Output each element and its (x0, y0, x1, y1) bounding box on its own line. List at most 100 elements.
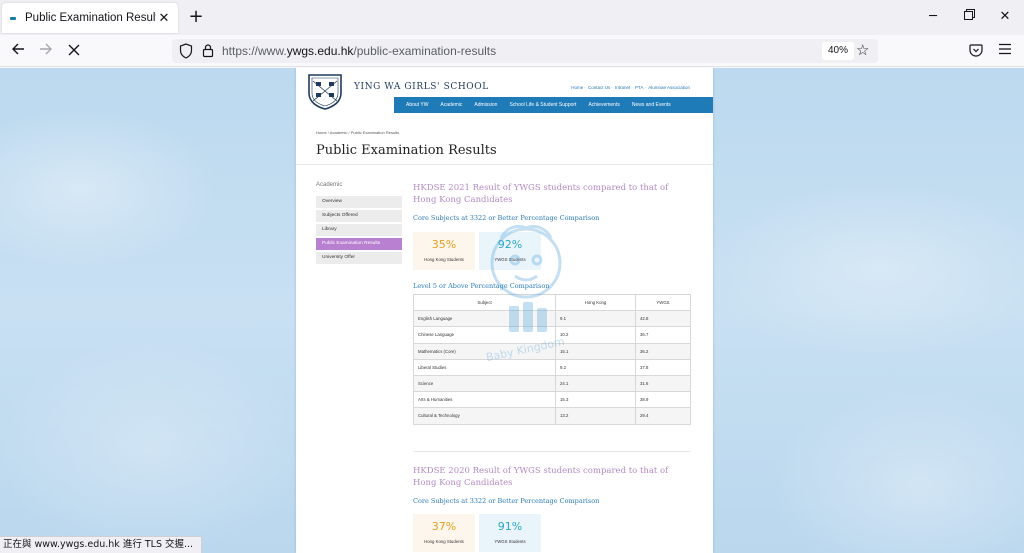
browser-tab-active[interactable]: Public Examination Results | Ying ✕ (2, 3, 178, 33)
top-links: Home· Contact Us· Intranet· PTA· Alumnae… (571, 85, 690, 90)
breadcrumb-current: Public Examination Results (350, 130, 400, 135)
tab-title: Public Examination Results | Ying (25, 12, 156, 24)
stat-value: 35% (431, 238, 457, 251)
sidebar-item-public-examination-results[interactable]: Public Examination Results (316, 238, 402, 250)
column-header-hong-kong: Hong Kong (555, 293, 636, 312)
main-navigation: About YW Academic Admission School Life … (394, 97, 713, 113)
cell-subject: Science (413, 374, 556, 393)
breadcrumb-academic[interactable]: Academic (330, 130, 348, 135)
sidebar-item-library[interactable]: Library (316, 224, 402, 236)
nav-admission[interactable]: Admission (468, 102, 503, 108)
table-row: Mathematics (Core) 15.1 36.2 (413, 342, 691, 360)
cell-hong-kong: 10.2 (555, 326, 636, 344)
breadcrumb: Home / Academic / Public Examination Res… (316, 130, 400, 135)
shield-icon[interactable] (179, 43, 195, 59)
stat-value: 92% (497, 238, 523, 251)
toplink-home[interactable]: Home (571, 85, 583, 90)
star-icon[interactable]: ☆ (856, 41, 869, 59)
cell-hong-kong: 13.2 (555, 407, 636, 425)
stat-card-hk-2021: 35% Hong Kong Students (413, 232, 475, 270)
tab-strip: Public Examination Results | Ying ✕ + ─ … (0, 0, 1024, 35)
nav-news[interactable]: News and Events (626, 102, 677, 108)
minimize-icon[interactable]: ─ (918, 7, 948, 27)
cell-ywgs: 31.6 (635, 374, 691, 393)
cell-ywgs: 29.4 (635, 407, 691, 425)
toplink-alumnae[interactable]: Alumnae Association (648, 85, 690, 90)
cell-ywgs: 36.7 (635, 326, 691, 344)
cell-subject: Liberal Studies (413, 358, 556, 376)
cell-ywgs: 37.8 (635, 358, 691, 376)
url-path: /public-examination-results (353, 44, 497, 58)
core-subjects-title-2021: Core Subjects at 3322 or Better Percenta… (413, 214, 600, 222)
toplink-intranet[interactable]: Intranet (615, 85, 630, 90)
back-arrow-icon[interactable] (7, 40, 29, 62)
url-domain: ywgs.edu.hk (286, 44, 354, 58)
table-row: Chinese Language 10.2 36.7 (413, 326, 691, 344)
breadcrumb-home[interactable]: Home (316, 130, 327, 135)
nav-achievements[interactable]: Achievements (582, 102, 625, 108)
cell-hong-kong: 15.3 (555, 391, 636, 409)
divider (296, 164, 713, 165)
divider (413, 451, 691, 452)
stat-value: 37% (431, 520, 457, 533)
sidebar-item-university-offer[interactable]: University Offer (316, 252, 402, 264)
cell-hong-kong: 15.1 (555, 342, 636, 360)
plus-icon[interactable]: + (186, 7, 206, 27)
url-prefix: https://www. (222, 44, 287, 58)
cell-ywgs: 38.9 (635, 391, 691, 409)
restore-icon[interactable] (954, 7, 984, 27)
stop-icon[interactable] (63, 40, 85, 62)
lock-icon[interactable] (202, 43, 216, 59)
url-text[interactable]: https://www.ywgs.edu.hk/public-examinati… (222, 44, 496, 58)
forward-arrow-icon[interactable] (35, 40, 57, 62)
table-row: Arts & Humanities 15.3 38.9 (413, 391, 691, 409)
cell-subject: Cultural & Technology (413, 407, 556, 425)
nav-school-life[interactable]: School Life & Student Support (503, 102, 582, 108)
cell-subject: Arts & Humanities (413, 391, 556, 409)
school-name[interactable]: YING WA GIRLS' SCHOOL (354, 82, 489, 92)
sidebar-heading: Academic (316, 182, 343, 188)
navigation-toolbar: https://www.ywgs.edu.hk/public-examinati… (0, 35, 1024, 67)
table-row: Liberal Studies 9.2 37.8 (413, 358, 691, 376)
stat-label: Hong Kong Students (424, 257, 464, 262)
column-header-subject: Subject (413, 293, 556, 312)
page-viewport: YING WA GIRLS' SCHOOL Home· Contact Us· … (0, 68, 1024, 553)
pocket-icon[interactable] (967, 43, 985, 61)
cell-subject: English Language (413, 310, 556, 328)
stat-label: YWGS Students (494, 539, 526, 544)
stat-label: Hong Kong Students (424, 539, 464, 544)
sidebar-menu: Overview Subjects Offered Library Public… (316, 196, 402, 266)
cell-hong-kong: 24.1 (555, 374, 636, 393)
nav-academic[interactable]: Academic (434, 102, 468, 108)
cell-ywgs: 42.8 (635, 310, 691, 328)
cell-hong-kong: 9.1 (555, 310, 636, 328)
sidebar-item-overview[interactable]: Overview (316, 196, 402, 208)
cell-subject: Chinese Language (413, 326, 556, 344)
section-heading-2020: HKDSE 2020 Result of YWGS students compa… (413, 466, 669, 488)
tab-close-icon[interactable]: ✕ (156, 11, 172, 26)
status-bar: 正在與 www.ywgs.edu.hk 進行 TLS 交握... (0, 536, 203, 553)
table-row: Science 24.1 31.6 (413, 374, 691, 393)
page-title: Public Examination Results (316, 143, 497, 158)
table-header-row: Subject Hong Kong YWGS (413, 293, 691, 312)
zoom-level-button[interactable]: 40% (822, 42, 855, 60)
level5-title-2021: Level 5 or Above Percentage Comparison (413, 282, 550, 290)
site-favicon-icon (10, 16, 16, 20)
menu-icon[interactable] (996, 43, 1014, 61)
toplink-contact[interactable]: Contact Us (588, 85, 610, 90)
stat-card-yw-2021: 92% YWGS Students (479, 232, 541, 270)
cell-subject: Mathematics (Core) (413, 342, 556, 360)
nav-about[interactable]: About YW (394, 102, 434, 108)
stat-label: YWGS Students (494, 257, 526, 262)
sidebar-item-subjects-offered[interactable]: Subjects Offered (316, 210, 402, 222)
core-subjects-title-2020: Core Subjects at 3322 or Better Percenta… (413, 497, 600, 505)
cell-hong-kong: 9.2 (555, 358, 636, 376)
window-close-icon[interactable]: ✕ (990, 7, 1020, 27)
toplink-pta[interactable]: PTA (635, 85, 643, 90)
stat-card-yw-2020: 91% YWGS Students (479, 514, 541, 552)
cell-ywgs: 36.2 (635, 342, 691, 360)
url-bar[interactable]: https://www.ywgs.edu.hk/public-examinati… (172, 39, 878, 63)
table-row: English Language 9.1 42.8 (413, 310, 691, 328)
school-logo[interactable] (307, 73, 343, 111)
page-content: YING WA GIRLS' SCHOOL Home· Contact Us· … (296, 68, 713, 553)
